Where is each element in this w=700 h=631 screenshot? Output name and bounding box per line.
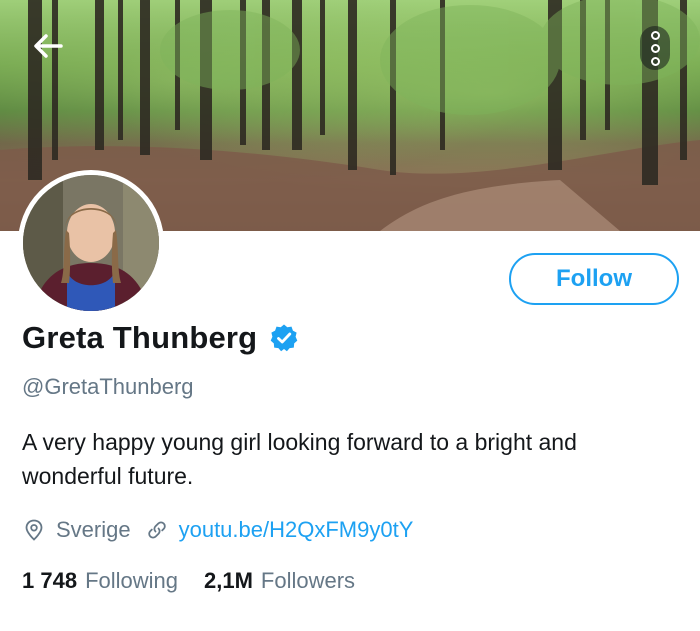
follow-button[interactable]: Follow [509, 253, 679, 305]
location-text: Sverige [56, 517, 131, 542]
profile-link[interactable]: youtu.be/H2QxFM9y0tY [145, 517, 414, 543]
followers-label: Followers [260, 568, 356, 593]
back-button[interactable] [28, 26, 68, 66]
follow-button-label: Follow [556, 265, 632, 292]
profile-name-row: Greta Thunberg [22, 320, 299, 356]
following-count: 1 748 [22, 568, 78, 593]
followers-count: 2,1M [204, 568, 253, 593]
more-options-dot [650, 56, 660, 66]
more-options-dot [650, 43, 660, 53]
verified-badge-icon [271, 324, 298, 352]
profile-bio: A very happy young girl looking forward … [22, 429, 577, 489]
profile-stats-row: 1 748 Following 2,1M Followers [22, 568, 355, 594]
profile-location: Sverige [22, 517, 131, 543]
link-icon [147, 521, 166, 539]
profile-handle: @GretaThunberg [22, 374, 194, 399]
back-arrow-icon [34, 34, 63, 58]
following-label: Following [85, 568, 178, 593]
location-pin-icon [25, 519, 43, 541]
profile-meta-row: Sverige youtu.be/H2QxFM9y0tY [22, 517, 413, 543]
following-stat[interactable]: 1 748 Following [22, 568, 178, 594]
link-text: youtu.be/H2QxFM9y0tY [178, 517, 414, 542]
avatar-photo [23, 175, 159, 311]
more-options-icon [650, 30, 660, 40]
more-options-button[interactable] [640, 26, 670, 70]
avatar[interactable] [18, 170, 164, 316]
followers-stat[interactable]: 2,1M Followers [204, 568, 355, 594]
profile-name: Greta Thunberg [22, 320, 258, 355]
